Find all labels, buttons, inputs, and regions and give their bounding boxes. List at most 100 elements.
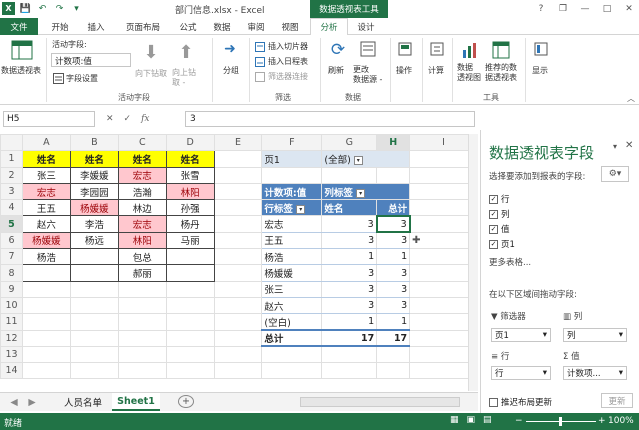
prev-sheet-icon[interactable]: ◀ bbox=[8, 393, 20, 411]
field-item[interactable]: ✓ 值 bbox=[489, 223, 510, 235]
cell[interactable] bbox=[69, 362, 119, 380]
cell[interactable] bbox=[69, 329, 119, 347]
cell[interactable]: 王五 bbox=[21, 199, 71, 217]
column-header[interactable]: A bbox=[21, 134, 71, 152]
cell[interactable]: 宏志 bbox=[117, 166, 167, 184]
pivot-value[interactable]: 1 bbox=[321, 248, 378, 266]
cell[interactable]: 张三 bbox=[21, 166, 71, 184]
cell[interactable] bbox=[69, 296, 119, 315]
pivot-filter-label[interactable]: 页1 bbox=[261, 150, 323, 168]
insert-function-icon[interactable]: fx bbox=[141, 114, 149, 124]
sheet-tab-sheet1[interactable]: Sheet1 bbox=[112, 393, 160, 411]
checkbox-icon[interactable]: ✓ bbox=[489, 209, 498, 219]
pivot-value[interactable]: 3 bbox=[321, 231, 378, 250]
field-settings-icon[interactable] bbox=[52, 72, 64, 84]
horizontal-scrollbar[interactable] bbox=[300, 397, 460, 407]
cell[interactable]: 杨丹 bbox=[165, 215, 215, 233]
row-header[interactable]: 10 bbox=[0, 296, 23, 315]
column-header[interactable]: C bbox=[117, 134, 167, 152]
checkbox-icon[interactable]: ✓ bbox=[489, 224, 498, 234]
filter-connections-button[interactable]: 筛选器连接 bbox=[268, 71, 308, 82]
checkbox-icon[interactable]: ✓ bbox=[489, 239, 498, 249]
cell[interactable] bbox=[21, 313, 71, 331]
maximize-button[interactable]: □ bbox=[599, 1, 615, 16]
cell[interactable]: 姓名 bbox=[69, 150, 119, 168]
show-button[interactable]: 显示 bbox=[532, 65, 548, 76]
tab-review[interactable]: 审阅 bbox=[241, 18, 271, 35]
pivot-value[interactable]: 3 bbox=[321, 296, 378, 315]
cell[interactable]: 郝丽 bbox=[117, 264, 167, 282]
cell[interactable]: 林阳 bbox=[165, 182, 215, 201]
calculations-button[interactable]: 计算 bbox=[428, 65, 444, 76]
cell[interactable] bbox=[213, 182, 263, 201]
gear-icon[interactable]: ⚙▾ bbox=[601, 166, 629, 182]
pivot-grand-total-label[interactable]: 总计 bbox=[261, 329, 323, 348]
column-header[interactable]: H bbox=[376, 134, 411, 152]
cell[interactable] bbox=[376, 362, 411, 380]
cell[interactable]: 包总 bbox=[117, 248, 167, 266]
cell[interactable] bbox=[21, 362, 71, 380]
row-header[interactable]: 5 bbox=[0, 215, 23, 233]
cell[interactable] bbox=[213, 166, 263, 184]
panel-dropdown-icon[interactable]: ▾ bbox=[613, 142, 617, 151]
pivot-value[interactable]: 3 bbox=[376, 231, 411, 250]
cell[interactable] bbox=[213, 280, 263, 298]
insert-timeline-button[interactable]: 插入日程表 bbox=[268, 56, 308, 67]
cell[interactable] bbox=[213, 362, 263, 380]
pivotchart-button[interactable]: 数据 透视图 bbox=[457, 63, 481, 83]
collapse-ribbon-icon[interactable]: ︿ bbox=[626, 93, 636, 103]
cell[interactable] bbox=[213, 231, 263, 250]
cell[interactable]: 张雪 bbox=[165, 166, 215, 184]
cell[interactable] bbox=[213, 345, 263, 364]
cell[interactable] bbox=[117, 296, 167, 315]
enter-icon[interactable]: ✓ bbox=[124, 114, 132, 124]
filter-connections-icon[interactable] bbox=[254, 71, 265, 82]
cell[interactable] bbox=[21, 329, 71, 347]
row-header[interactable]: 8 bbox=[0, 264, 23, 282]
drill-up-icon[interactable]: ⬆ bbox=[177, 39, 195, 65]
field-item[interactable]: ✓ 列 bbox=[489, 208, 510, 220]
row-header[interactable]: 7 bbox=[0, 248, 23, 266]
cell[interactable] bbox=[213, 264, 263, 282]
cell[interactable] bbox=[165, 313, 215, 331]
tab-insert[interactable]: 插入 bbox=[80, 18, 112, 35]
cell[interactable] bbox=[261, 362, 323, 380]
pivot-row-item[interactable]: 赵六 bbox=[261, 296, 323, 315]
recommended-pivot-button[interactable]: 推荐的数 据透视表 bbox=[485, 63, 517, 83]
undo-icon[interactable]: ↶ bbox=[36, 2, 49, 15]
pivot-value[interactable]: 3 bbox=[321, 280, 378, 298]
row-header[interactable]: 13 bbox=[0, 345, 23, 364]
pivot-row-item[interactable]: 王五 bbox=[261, 231, 323, 250]
pivot-count-label[interactable]: 计数项:值 bbox=[261, 182, 323, 201]
tab-view[interactable]: 视图 bbox=[275, 18, 305, 35]
cell[interactable] bbox=[213, 296, 263, 315]
checkbox-icon[interactable] bbox=[489, 397, 498, 407]
cell[interactable]: 马丽 bbox=[165, 231, 215, 250]
close-button[interactable]: ✕ bbox=[621, 1, 637, 16]
timeline-icon[interactable] bbox=[254, 56, 265, 67]
pivot-row-label[interactable]: 行标签 ▾ bbox=[261, 199, 323, 217]
help-button[interactable]: ? bbox=[533, 1, 549, 16]
worksheet-grid[interactable]: A B C D E F G H I 1 姓名 姓名 姓名 姓名 页1 (全部) … bbox=[0, 134, 478, 391]
cell[interactable] bbox=[165, 264, 215, 282]
cell[interactable]: 李浩 bbox=[69, 215, 119, 233]
cell[interactable] bbox=[69, 313, 119, 331]
group-button[interactable]: 分组 bbox=[223, 65, 239, 76]
pivottable-button[interactable]: 数据透视表 bbox=[1, 65, 41, 76]
cell[interactable]: 赵六 bbox=[21, 215, 71, 233]
cell[interactable] bbox=[69, 264, 119, 282]
pivot-total-header[interactable]: 总计 bbox=[376, 199, 411, 217]
next-sheet-icon[interactable]: ▶ bbox=[26, 393, 38, 411]
slicer-icon[interactable] bbox=[254, 41, 265, 52]
zoom-out-icon[interactable]: − bbox=[515, 416, 523, 426]
more-tables-link[interactable]: 更多表格... bbox=[489, 256, 531, 268]
change-source-icon[interactable] bbox=[359, 39, 379, 61]
field-item[interactable]: ✓ 行 bbox=[489, 193, 510, 205]
cell[interactable] bbox=[117, 345, 167, 364]
group-icon[interactable]: ➜ bbox=[222, 41, 238, 57]
row-header[interactable]: 1 bbox=[0, 150, 23, 168]
row-header[interactable]: 11 bbox=[0, 313, 23, 331]
pivot-value[interactable]: 3 bbox=[376, 264, 411, 282]
cell[interactable] bbox=[21, 264, 71, 282]
zoom-level[interactable]: 100% bbox=[608, 416, 634, 426]
